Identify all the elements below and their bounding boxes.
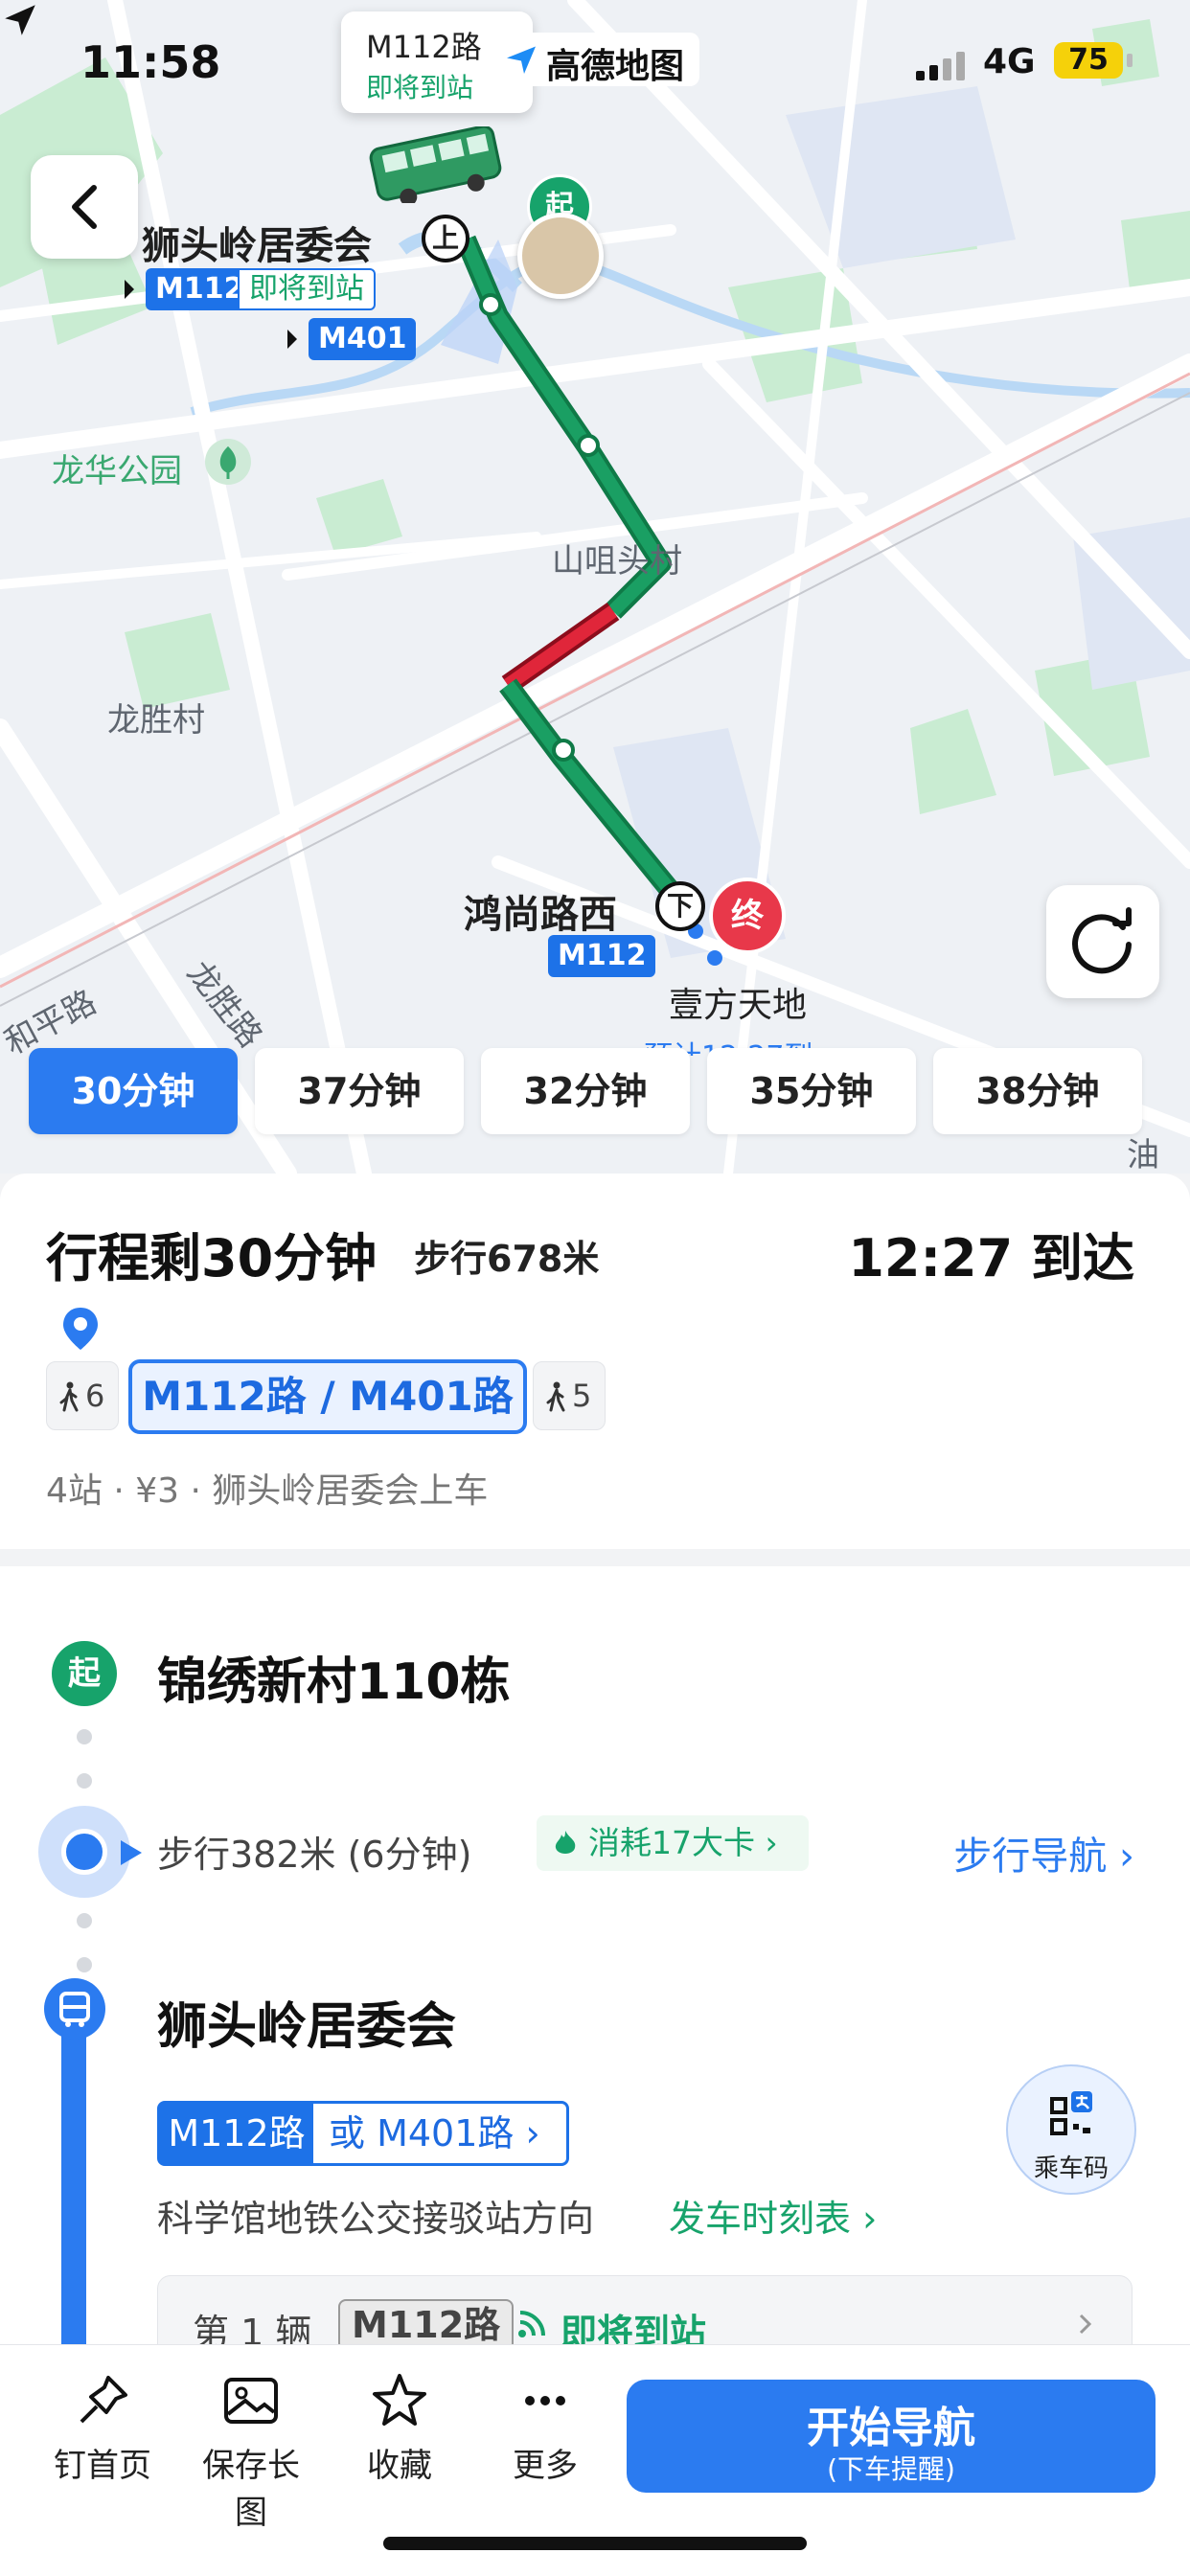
route-map[interactable]: 11:58 4G 75 M112路 即将到站 高德地图 狮头岭居委会 上 起 M…: [0, 0, 1190, 1174]
caret-right-icon: [287, 330, 297, 349]
trip-walk-distance: 步行678米: [414, 1238, 600, 1280]
trip-remaining-title: 行程剩30分钟: [46, 1228, 378, 1288]
ride-code-button[interactable]: 乘车码: [1006, 2064, 1136, 2195]
walk-before-minutes: 6: [85, 1378, 105, 1414]
route-option-38min[interactable]: 38分钟: [933, 1048, 1142, 1134]
path-dot: [77, 1773, 92, 1789]
amap-logo: 高德地图: [491, 33, 699, 86]
amap-logo-icon: [507, 46, 536, 74]
trip-meta: 4站 · ¥3 · 狮头岭居委会上车: [46, 1471, 489, 1511]
path-dot: [77, 1729, 92, 1744]
alight-marker[interactable]: 下: [655, 881, 705, 931]
save-image-label: 保存长图: [202, 2447, 300, 2532]
bus-vehicle-icon[interactable]: [364, 126, 517, 203]
walk-after-badge: 5: [533, 1361, 606, 1430]
walking-person-icon: [59, 1381, 79, 1412]
more-dots-icon: [525, 2396, 565, 2405]
bus-segment-line: [61, 2017, 86, 2361]
walking-person-icon: [546, 1381, 565, 1412]
favorite-button[interactable]: 收藏: [337, 2370, 462, 2486]
pin-to-home-button[interactable]: 钉首页: [40, 2370, 165, 2486]
qr-code-icon: [1050, 2091, 1092, 2135]
refresh-icon: [1072, 907, 1132, 974]
location-pin-icon: [63, 1308, 98, 1350]
amap-logo-text: 高德地图: [546, 47, 685, 86]
bus-icon: [59, 1992, 90, 2027]
board-marker[interactable]: 上: [422, 215, 469, 262]
bus-route-main: M112路: [160, 2104, 313, 2163]
map-label-village1: 龙胜村: [107, 701, 205, 740]
trip-arrival-time: 12:27 到达: [848, 1228, 1134, 1288]
path-dot: [77, 1957, 92, 1972]
route-option-30min[interactable]: 30分钟: [29, 1048, 238, 1134]
status-time: 11:58: [80, 36, 221, 88]
end-marker[interactable]: 终: [709, 878, 786, 954]
location-arrow-icon: [5, 5, 35, 35]
image-icon: [224, 2378, 278, 2424]
start-navigation-label: 开始导航: [807, 2404, 975, 2452]
alight-stop-label: 鸿尚路西: [464, 893, 617, 937]
chevron-right-icon: [1079, 2314, 1092, 2335]
pin-to-home-label: 钉首页: [54, 2447, 151, 2485]
chevron-left-icon: [72, 185, 97, 229]
boarding-station-name: 狮头岭居委会: [157, 1998, 457, 2056]
bus-route-selector[interactable]: M112路 或 M401路 ›: [157, 2101, 569, 2166]
path-dot: [77, 1913, 92, 1928]
start-navigation-sub: (下车提醒): [827, 2453, 955, 2485]
start-point-badge: 起: [52, 1641, 117, 1706]
start-navigation-button[interactable]: 开始导航 (下车提醒): [627, 2380, 1156, 2493]
pushpin-icon: [80, 2376, 127, 2424]
map-label-park: 龙华公园: [52, 452, 182, 490]
more-label: 更多: [513, 2447, 578, 2485]
walk-segment-text: 步行382米 (6分钟): [157, 1834, 472, 1876]
park-icon: [205, 439, 251, 485]
calorie-badge[interactable]: 消耗17大卡 ›: [537, 1815, 809, 1871]
network-type: 4G: [983, 42, 1036, 81]
calorie-text: 消耗17大卡 ›: [588, 1824, 778, 1861]
destination-label: 壹方天地: [669, 986, 808, 1025]
current-location-marker: [38, 1806, 130, 1898]
home-indicator: [383, 2537, 807, 2550]
user-avatar[interactable]: [517, 213, 604, 299]
schedule-link[interactable]: 发车时刻表 ›: [669, 2189, 877, 2242]
back-button[interactable]: [31, 155, 138, 259]
flame-icon: [555, 1831, 576, 1854]
route-option-32min[interactable]: 32分钟: [481, 1048, 690, 1134]
more-button[interactable]: 更多: [483, 2370, 607, 2486]
route-lines-pill[interactable]: M112路 / M401路: [128, 1359, 527, 1434]
battery-indicator: 75: [1054, 42, 1133, 79]
walk-navigation-link[interactable]: 步行导航 ›: [953, 1825, 1134, 1881]
save-image-button[interactable]: 保存长图: [189, 2370, 313, 2533]
trip-summary-card: 行程剩30分钟 步行678米 12:27 到达 6 M112路 / M401路 …: [0, 1174, 1190, 1549]
route-option-37min[interactable]: 37分钟: [255, 1048, 464, 1134]
favorite-label: 收藏: [367, 2447, 432, 2485]
refresh-button[interactable]: [1046, 885, 1159, 998]
heading-arrow-icon: [121, 1840, 142, 1865]
map-tag-m401[interactable]: M401: [309, 318, 417, 360]
route-option-chips: 30分钟 37分钟 32分钟 35分钟 38分钟: [29, 1048, 1169, 1140]
route-option-35min[interactable]: 35分钟: [707, 1048, 916, 1134]
caret-right-icon: [125, 280, 134, 299]
ride-code-label: 乘车码: [1033, 2154, 1109, 2183]
bus-stop-badge: [44, 1978, 105, 2040]
walk-after-minutes: 5: [572, 1378, 592, 1414]
realtime-signal-icon: [518, 2311, 545, 2337]
star-icon: [373, 2374, 426, 2426]
bus-route-alt: 或 M401路 ›: [329, 2112, 540, 2154]
map-tag-arriving: 即将到站: [238, 268, 376, 310]
cellular-signal-icon: [916, 52, 970, 80]
callout-route: M112路: [366, 29, 482, 65]
start-point-name: 锦绣新村110栋: [157, 1653, 511, 1711]
bus-direction: 科学馆地铁公交接驳站方向: [157, 2198, 595, 2240]
map-label-village2: 山咀头村: [552, 542, 682, 581]
walk-before-badge: 6: [46, 1361, 119, 1430]
callout-status: 即将到站: [366, 72, 474, 103]
vehicle-route: M112路: [338, 2299, 515, 2351]
map-tag-m112-end[interactable]: M112: [548, 935, 656, 977]
route-detail-list: 起 锦绣新村110栋 步行382米 (6分钟) 消耗17大卡 › 步行导航 › …: [0, 1566, 1190, 2373]
bottom-action-bar: 钉首页 保存长图 收藏 更多 开始导航 (下车提醒): [0, 2344, 1190, 2576]
board-stop-label: 狮头岭居委会: [142, 224, 372, 268]
map-canvas: [0, 0, 1190, 1174]
